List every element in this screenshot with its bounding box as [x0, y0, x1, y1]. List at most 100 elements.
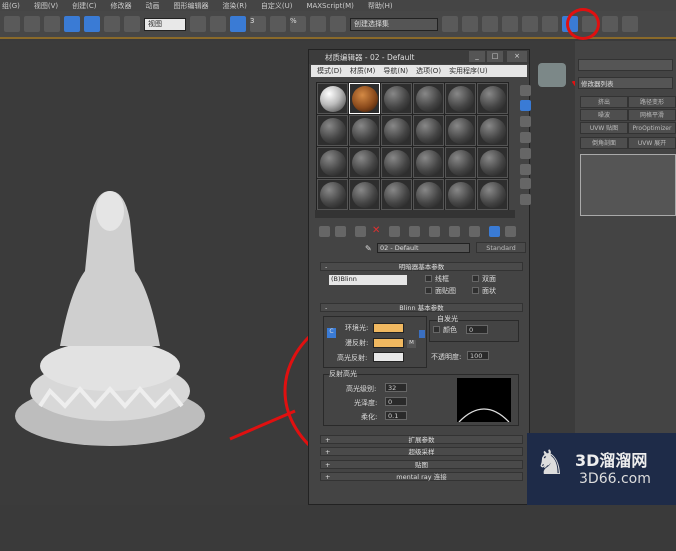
modifier-bevel-profile[interactable]: 倒角剖面 [580, 137, 628, 149]
object-name-field[interactable] [578, 59, 673, 71]
graphite-icon[interactable] [502, 16, 518, 32]
menu-maxscript[interactable]: MAXScript(M) [306, 2, 353, 10]
sample-slot[interactable] [349, 147, 380, 178]
menu-customize[interactable]: 自定义(U) [261, 1, 293, 11]
material-name-field[interactable]: 02 - Default [377, 243, 470, 253]
make-copy-icon[interactable] [389, 226, 400, 237]
backlight-icon[interactable] [520, 100, 531, 111]
material-type-button[interactable]: Standard [476, 242, 526, 253]
sample-slot[interactable] [349, 83, 380, 114]
show-end-result-icon[interactable] [489, 226, 500, 237]
supersampling-header[interactable]: + 超级采样 [320, 447, 523, 456]
wire-checkbox[interactable] [425, 275, 432, 282]
menu-modifiers[interactable]: 修改器 [111, 1, 132, 11]
sample-slot[interactable] [445, 179, 476, 210]
maps-header[interactable]: + 贴图 [320, 460, 523, 469]
menu-help[interactable]: 帮助(H) [368, 1, 393, 11]
menu-options[interactable]: 选项(O) [416, 66, 441, 76]
layer-manager-icon[interactable] [482, 16, 498, 32]
modifier-meshsmooth[interactable]: 网格平滑 [628, 109, 676, 121]
modifier-noise[interactable]: 噪波 [580, 109, 628, 121]
select-by-material-icon[interactable] [520, 194, 531, 205]
make-preview-icon[interactable] [520, 164, 531, 175]
glossiness-spinner[interactable]: 0 [385, 397, 407, 406]
pivot-icon[interactable] [190, 16, 206, 32]
modifier-extrude[interactable]: 挤出 [580, 96, 628, 108]
menu-mode[interactable]: 模式(D) [317, 66, 342, 76]
delete-icon[interactable]: ✕ [372, 226, 383, 237]
put-to-scene-icon[interactable] [335, 226, 346, 237]
modifier-stack[interactable] [580, 154, 676, 216]
sample-slot[interactable] [413, 115, 444, 146]
ambient-color-swatch[interactable] [373, 323, 404, 333]
assign-material-icon[interactable] [355, 226, 366, 237]
menu-view[interactable]: 视图(V) [34, 1, 58, 11]
sample-slot[interactable] [413, 179, 444, 210]
sample-slot[interactable] [317, 147, 348, 178]
sample-slot[interactable] [349, 179, 380, 210]
menu-material[interactable]: 材质(M) [350, 66, 376, 76]
rotate-icon[interactable] [104, 16, 120, 32]
horizontal-scrollbar[interactable] [315, 210, 515, 218]
sample-slot[interactable] [445, 83, 476, 114]
modifier-list-dropdown[interactable]: 修改器列表 [578, 77, 673, 89]
lock-ambient-diffuse-button[interactable]: C [327, 328, 336, 338]
reference-coord-select[interactable]: 视图 [144, 17, 186, 31]
sample-slot[interactable] [349, 115, 380, 146]
rect-selection-icon[interactable] [44, 16, 60, 32]
sample-slot[interactable] [445, 147, 476, 178]
go-to-parent-icon[interactable] [505, 226, 516, 237]
sample-slot[interactable] [317, 83, 348, 114]
angle-snap-icon[interactable] [270, 16, 286, 32]
sample-slot[interactable] [317, 115, 348, 146]
modifier-prooptimizer[interactable]: ProOptimizer [628, 122, 676, 134]
menu-rendering[interactable]: 渲染(R) [223, 1, 247, 11]
sample-slot[interactable] [381, 147, 412, 178]
soften-spinner[interactable]: 0.1 [385, 411, 407, 420]
self-illum-spinner[interactable]: 0 [466, 325, 488, 334]
modifier-unwrap-uvw[interactable]: UVW 展开 [628, 137, 676, 149]
close-button[interactable]: × [507, 51, 527, 62]
mental-ray-connection-header[interactable]: + mental ray 连接 [320, 472, 523, 481]
sample-slot[interactable] [477, 147, 508, 178]
modifier-uvw-map[interactable]: UVW 贴图 [580, 122, 628, 134]
video-color-check-icon[interactable] [520, 148, 531, 159]
menu-utilities[interactable]: 实用程序(U) [449, 66, 488, 76]
specular-level-spinner[interactable]: 32 [385, 383, 407, 392]
sample-slot[interactable] [381, 115, 412, 146]
maximize-button[interactable]: □ [487, 51, 503, 62]
render-teapot-icon[interactable] [622, 16, 638, 32]
window-crossing-icon[interactable] [64, 16, 80, 32]
shader-type-dropdown[interactable]: (B)Blinn [329, 275, 407, 285]
minimize-button[interactable]: _ [469, 51, 485, 62]
select-by-name-icon[interactable] [24, 16, 40, 32]
menu-graph-editors[interactable]: 图形编辑器 [174, 1, 209, 11]
sample-type-icon[interactable] [520, 85, 531, 96]
edit-named-selection-icon[interactable] [330, 16, 346, 32]
opacity-spinner[interactable]: 100 [467, 351, 489, 360]
snap-toggle-icon[interactable]: 3 [250, 16, 266, 32]
two-sided-checkbox[interactable] [472, 275, 479, 282]
specular-color-swatch[interactable] [373, 352, 404, 362]
material-id-icon[interactable] [449, 226, 460, 237]
select-manipulate-icon[interactable] [210, 16, 226, 32]
menu-navigation[interactable]: 导航(N) [383, 66, 408, 76]
sample-slot[interactable] [445, 115, 476, 146]
sample-slot[interactable] [413, 83, 444, 114]
get-material-icon[interactable] [319, 226, 330, 237]
background-icon[interactable] [520, 116, 531, 127]
menu-animation[interactable]: 动画 [146, 1, 160, 11]
sample-slot[interactable] [413, 147, 444, 178]
eyedropper-icon[interactable]: ✎ [365, 244, 372, 253]
scale-icon[interactable] [124, 16, 140, 32]
sample-slot[interactable] [477, 83, 508, 114]
shader-basic-params-header[interactable]: - 明暗器基本参数 [320, 262, 523, 271]
menu-group[interactable]: 组(G) [2, 1, 20, 11]
mirror-icon[interactable] [442, 16, 458, 32]
sample-slot[interactable] [381, 83, 412, 114]
show-map-icon[interactable] [469, 226, 480, 237]
faceted-checkbox[interactable] [472, 287, 479, 294]
sample-slot[interactable] [317, 179, 348, 210]
select-object-icon[interactable] [4, 16, 20, 32]
put-to-library-icon[interactable] [429, 226, 440, 237]
